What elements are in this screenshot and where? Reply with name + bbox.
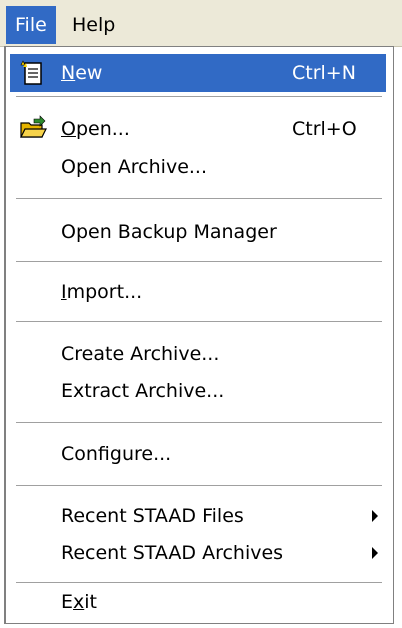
- menu-separator: [16, 422, 382, 424]
- menu-item-label: Open...: [61, 118, 130, 140]
- menu-item-create-archive[interactable]: Create Archive...: [10, 335, 386, 373]
- menu-separator: [16, 485, 382, 487]
- menu-help[interactable]: Help: [63, 6, 124, 44]
- new-document-icon: [20, 60, 42, 85]
- menu-item-label: Extract Archive...: [61, 380, 225, 402]
- menu-item-configure[interactable]: Configure...: [10, 435, 386, 473]
- submenu-arrow-icon: [372, 547, 378, 559]
- menu-bar: File Help: [0, 0, 402, 47]
- menu-item-recent-staad-files[interactable]: Recent STAAD Files: [10, 497, 386, 535]
- menu-item-label: Configure...: [61, 443, 172, 465]
- menu-separator: [16, 261, 382, 263]
- menu-separator: [16, 321, 382, 323]
- menu-item-import[interactable]: Import...: [10, 273, 386, 311]
- menu-separator: [16, 96, 382, 98]
- menu-item-exit[interactable]: Exit: [10, 583, 386, 621]
- file-menu-dropdown: New Ctrl+N Open... Ctrl+O Open Archive..…: [4, 46, 394, 624]
- submenu-arrow-icon: [372, 510, 378, 522]
- menu-item-new[interactable]: New Ctrl+N: [10, 54, 386, 92]
- menu-item-label: Exit: [61, 591, 97, 613]
- menu-item-label: Recent STAAD Files: [61, 505, 244, 527]
- open-folder-icon: [20, 115, 47, 138]
- menu-item-label: Open Backup Manager: [61, 221, 277, 243]
- menu-item-recent-staad-archives[interactable]: Recent STAAD Archives: [10, 534, 386, 572]
- menu-shortcut: Ctrl+O: [292, 118, 357, 140]
- menu-item-open-backup-manager[interactable]: Open Backup Manager: [10, 213, 386, 251]
- menu-item-label: Recent STAAD Archives: [61, 542, 284, 564]
- menu-item-label: New: [61, 62, 103, 84]
- menu-item-label: Create Archive...: [61, 343, 220, 365]
- menu-separator: [16, 198, 382, 200]
- menu-item-label: Import...: [61, 281, 143, 303]
- menu-item-extract-archive[interactable]: Extract Archive...: [10, 372, 386, 410]
- menu-shortcut: Ctrl+N: [292, 62, 356, 84]
- menu-item-label: Open Archive...: [61, 156, 207, 178]
- menu-file[interactable]: File: [6, 6, 56, 44]
- menu-item-open[interactable]: Open... Ctrl+O: [10, 110, 386, 148]
- menu-item-open-archive[interactable]: Open Archive...: [10, 148, 386, 186]
